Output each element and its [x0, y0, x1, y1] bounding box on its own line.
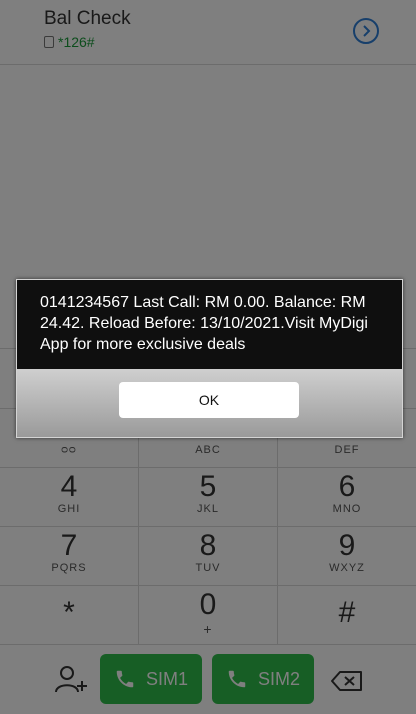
dialog-message: 0141234567 Last Call: RM 0.00. Balance: …	[40, 294, 368, 353]
dialog-actions: OK	[17, 369, 402, 437]
ussd-response-dialog: 0141234567 Last Call: RM 0.00. Balance: …	[16, 279, 403, 438]
ok-button[interactable]: OK	[119, 382, 299, 418]
